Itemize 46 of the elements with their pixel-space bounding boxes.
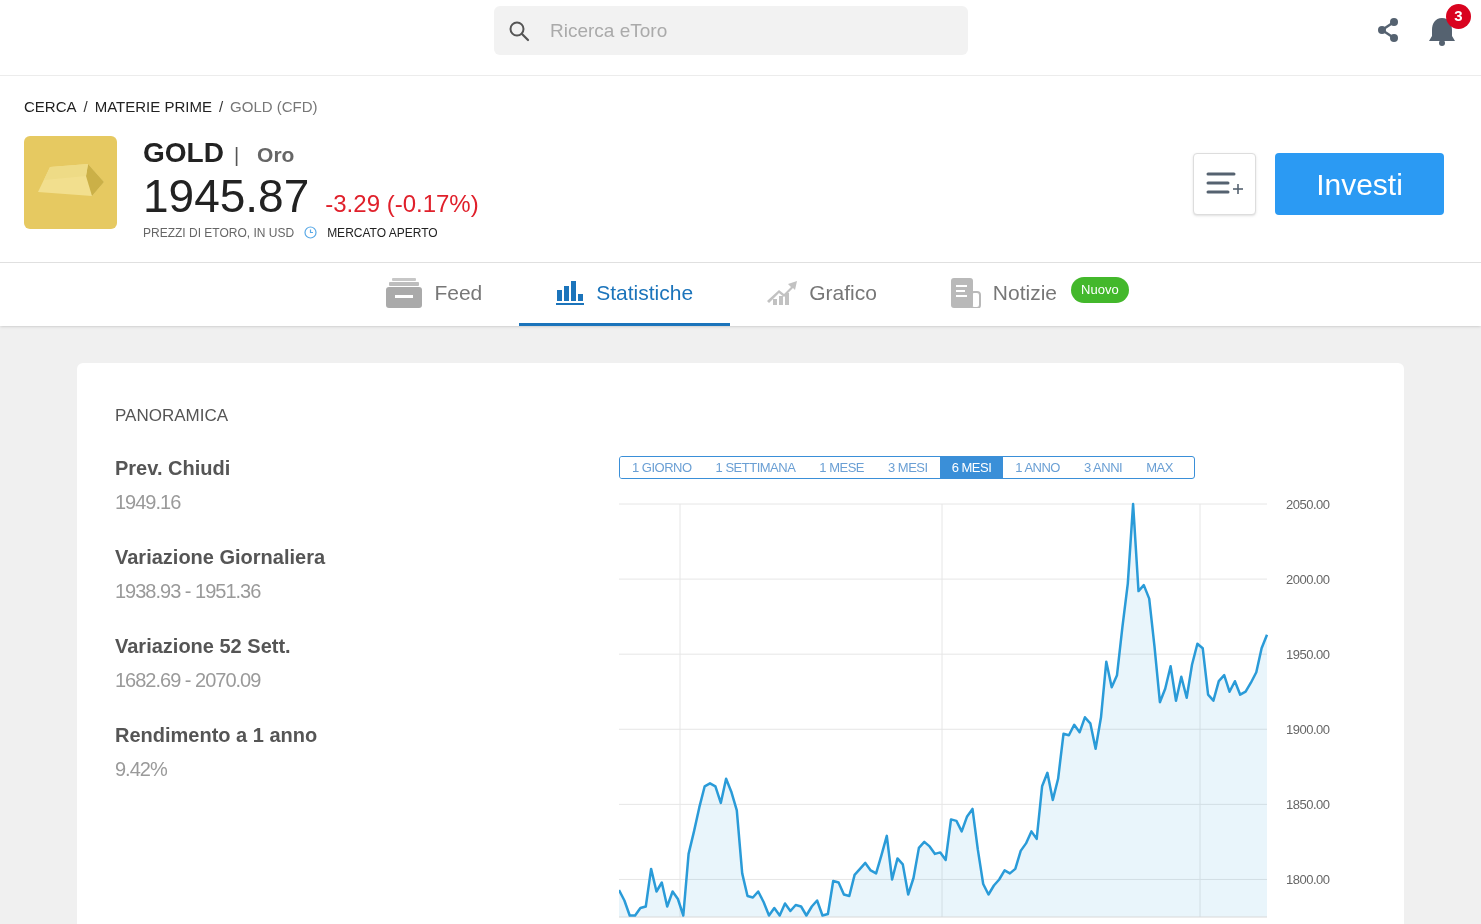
breadcrumb-link[interactable]: MATERIE PRIME: [94, 96, 212, 119]
search-field[interactable]: Ricerca eToro: [494, 6, 968, 55]
search-icon: [508, 20, 530, 42]
document-icon: [950, 278, 981, 308]
section-title: PANORAMICA: [115, 405, 230, 423]
axis-tick-label: 2050.00: [1286, 497, 1330, 512]
axis-tick-label: 2000.00: [1286, 572, 1330, 588]
stat-label: Prev. Chiudi: [115, 456, 232, 481]
instrument-symbol: GOLD: [143, 135, 224, 170]
breadcrumb-link[interactable]: CERCA: [24, 96, 77, 119]
stat-label: Variazione Giornaliera: [115, 545, 327, 570]
axis-tick-label: 1850.00: [1286, 797, 1330, 813]
add-to-watchlist-button[interactable]: [1193, 153, 1256, 215]
breadcrumb-separator: /: [83, 97, 88, 117]
bell-icon[interactable]: [1428, 16, 1456, 46]
list-add-icon: [1205, 171, 1244, 197]
stat-value: 1938.93 - 1951.36: [115, 579, 262, 604]
bar-chart-icon: [556, 281, 585, 305]
market-status: MERCATO APERTO: [327, 224, 438, 242]
stat-value: 1949.16: [115, 490, 182, 515]
axis-tick-label: 1950.00: [1286, 647, 1330, 663]
axis-tick-label: 1900.00: [1286, 722, 1330, 738]
price-note: PREZZI DI ETORO, IN USD: [143, 224, 295, 242]
range-tab[interactable]: 6 MESI: [939, 457, 1004, 478]
stat-label: Rendimento a 1 anno: [115, 723, 319, 748]
stat-value: 9.42%: [115, 757, 168, 782]
invest-button[interactable]: Investi: [1275, 153, 1444, 215]
tab[interactable]: Feed: [349, 263, 520, 326]
inbox-tray-icon: [386, 278, 423, 308]
price: 1945.87: [143, 169, 310, 222]
tab[interactable]: Grafico: [730, 263, 914, 326]
stat-value: 1682.69 - 2070.09: [115, 668, 262, 693]
breadcrumb-link[interactable]: GOLD (CFD): [230, 96, 318, 119]
clock-icon: [304, 226, 318, 239]
new-badge: Nuovo: [1071, 277, 1129, 303]
price-change: -3.29 (-0.17%): [325, 188, 479, 219]
breadcrumb-separator: /: [218, 97, 224, 117]
tab[interactable]: Statistiche: [519, 263, 731, 326]
stat-label: Variazione 52 Sett.: [115, 634, 292, 659]
title-separator: |: [233, 142, 240, 168]
tab[interactable]: Notizie Nuovo: [913, 263, 1166, 326]
share-icon[interactable]: [1376, 17, 1400, 43]
instrument-name: Oro: [257, 141, 295, 168]
trend-up-icon: [767, 281, 798, 305]
notification-count: 3: [1446, 4, 1471, 29]
axis-tick-label: 1800.00: [1286, 872, 1330, 888]
